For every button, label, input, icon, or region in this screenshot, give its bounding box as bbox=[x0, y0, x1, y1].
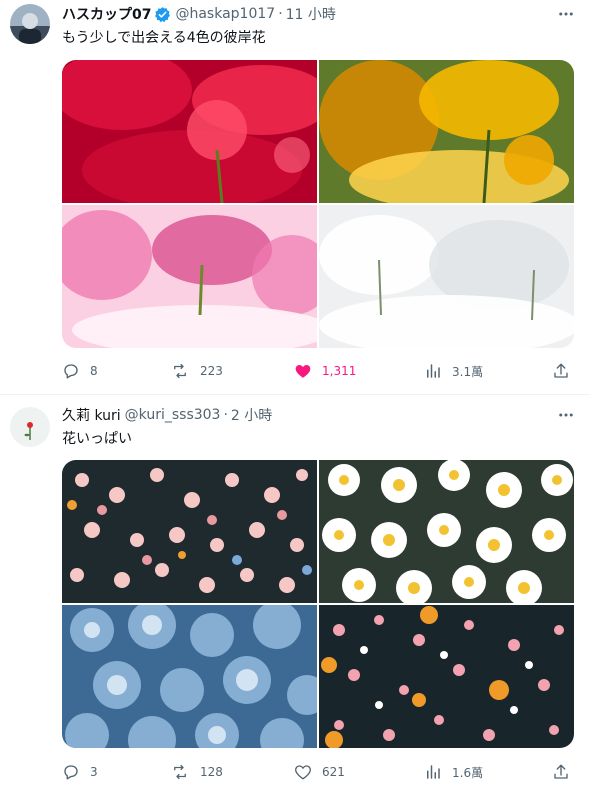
reply-count: 3 bbox=[90, 765, 98, 779]
views-chart-icon bbox=[427, 765, 440, 779]
view-count: 1.6萬 bbox=[452, 765, 484, 780]
reply-button[interactable]: 8 bbox=[62, 361, 98, 381]
retweet-button[interactable]: 223 bbox=[170, 361, 223, 381]
user-handle[interactable]: @kuri_sss303 bbox=[125, 407, 221, 423]
photo-grid bbox=[62, 460, 574, 748]
retweet-icon bbox=[174, 764, 186, 780]
share-icon bbox=[554, 363, 568, 378]
heart-outline-icon bbox=[295, 765, 311, 780]
avatar[interactable] bbox=[10, 4, 50, 44]
photo-pink-flower-field[interactable] bbox=[62, 460, 317, 603]
view-count: 3.1萬 bbox=[452, 364, 484, 379]
heart-filled-icon bbox=[295, 365, 311, 378]
photo-pink-spider-lily[interactable] bbox=[62, 205, 317, 348]
like-button[interactable]: 1,311 bbox=[294, 361, 356, 381]
retweet-count: 128 bbox=[200, 765, 223, 779]
timestamp[interactable]: 11 小時 bbox=[286, 4, 336, 24]
like-button[interactable]: 621 bbox=[294, 762, 345, 782]
display-name[interactable]: 久莉 kuri bbox=[62, 405, 121, 425]
views-chart-icon bbox=[427, 364, 440, 378]
retweet-count: 223 bbox=[200, 364, 223, 378]
share-button[interactable] bbox=[552, 361, 570, 381]
like-count: 621 bbox=[322, 765, 345, 779]
reply-button[interactable]: 3 bbox=[62, 762, 98, 782]
tweet-actions: 8 223 1,311 3.1萬 bbox=[62, 361, 574, 381]
user-handle[interactable]: @haskap1017 bbox=[175, 6, 275, 22]
photo-grid bbox=[62, 60, 574, 348]
tweet-2[interactable]: 久莉 kuri @kuri_sss303 · 2 小時 花いっぱい 3 128 … bbox=[0, 395, 590, 792]
photo-red-spider-lily[interactable] bbox=[62, 60, 317, 203]
views-button[interactable]: 3.1萬 bbox=[424, 361, 483, 381]
reply-icon bbox=[64, 765, 78, 780]
tweet-text: もう少しで出会える4色の彼岸花 bbox=[62, 30, 266, 46]
timestamp[interactable]: 2 小時 bbox=[231, 405, 272, 425]
more-options-icon[interactable] bbox=[556, 405, 576, 425]
separator-dot: · bbox=[278, 6, 283, 22]
reply-count: 8 bbox=[90, 364, 98, 378]
photo-blue-hydrangea[interactable] bbox=[62, 605, 317, 748]
photo-yellow-spider-lily[interactable] bbox=[319, 60, 574, 203]
views-button[interactable]: 1.6萬 bbox=[424, 762, 483, 782]
verified-badge-icon bbox=[154, 6, 171, 23]
more-options-icon[interactable] bbox=[556, 4, 576, 24]
tweet-text: 花いっぱい bbox=[62, 431, 132, 447]
tweet-1[interactable]: ハスカップ07 @haskap1017 · 11 小時 もう少しで出会える4色の… bbox=[0, 0, 590, 394]
photo-mixed-flower-field[interactable] bbox=[319, 605, 574, 748]
display-name[interactable]: ハスカップ07 bbox=[62, 4, 151, 24]
tweet-actions: 3 128 621 1.6萬 bbox=[62, 762, 574, 782]
photo-white-spider-lily[interactable] bbox=[319, 205, 574, 348]
share-icon bbox=[554, 764, 568, 779]
share-button[interactable] bbox=[552, 762, 570, 782]
retweet-button[interactable]: 128 bbox=[170, 762, 223, 782]
separator-dot: · bbox=[223, 407, 228, 423]
avatar[interactable] bbox=[10, 407, 50, 447]
reply-icon bbox=[64, 364, 78, 379]
retweet-icon bbox=[174, 363, 186, 379]
photo-white-daisies[interactable] bbox=[319, 460, 574, 603]
like-count: 1,311 bbox=[322, 364, 357, 378]
